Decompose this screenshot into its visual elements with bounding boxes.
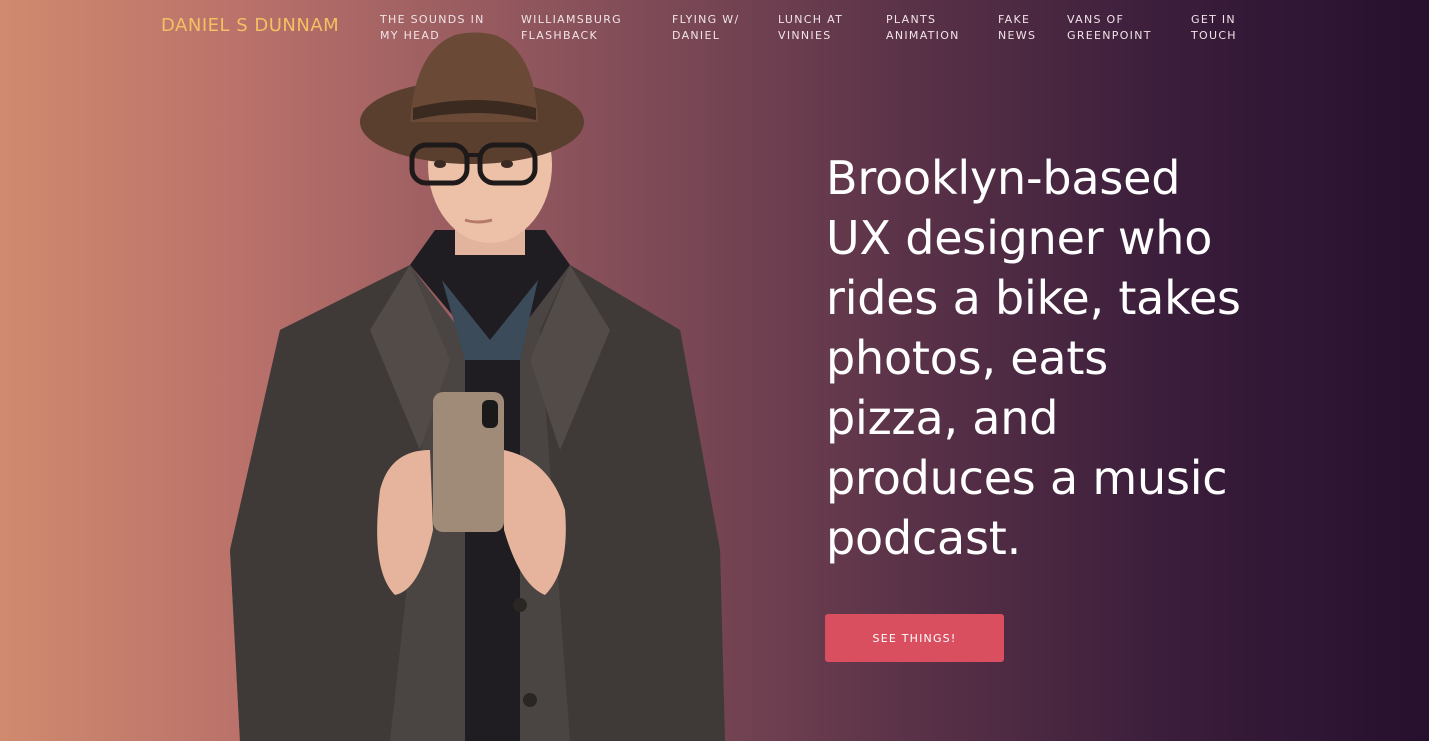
nav-label-line1: GET IN bbox=[1191, 13, 1236, 26]
nav-label-line2: GREENPOINT bbox=[1067, 29, 1152, 42]
nav-label-line2: TOUCH bbox=[1191, 29, 1237, 42]
nav-get-in-touch[interactable]: GET IN TOUCH bbox=[1191, 12, 1237, 44]
nav-label-line1: THE SOUNDS IN bbox=[380, 13, 485, 26]
headline-line: rides a bike, takes bbox=[826, 271, 1241, 325]
headline-line: photos, eats bbox=[826, 331, 1108, 385]
hero-headline: Brooklyn-based UX designer who rides a b… bbox=[826, 148, 1276, 568]
nav-label-line1: VANS OF bbox=[1067, 13, 1125, 26]
nav-lunch-at-vinnies[interactable]: LUNCH AT VINNIES bbox=[778, 12, 843, 44]
headline-line: UX designer who bbox=[826, 211, 1213, 265]
see-things-button[interactable]: SEE THINGS! bbox=[825, 614, 1004, 662]
headline-line: podcast. bbox=[826, 511, 1022, 565]
nav-label-line1: WILLIAMSBURG bbox=[521, 13, 622, 26]
nav-fake-news[interactable]: FAKE NEWS bbox=[998, 12, 1036, 44]
headline-line: produces a music bbox=[826, 451, 1228, 505]
nav-label-line1: FLYING W/ bbox=[672, 13, 740, 26]
portrait-photo bbox=[230, 32, 725, 741]
nav-label-line1: LUNCH AT bbox=[778, 13, 844, 26]
headline-line: pizza, and bbox=[826, 391, 1059, 445]
nav-label-line2: NEWS bbox=[998, 29, 1037, 42]
nav-label-line2: ANIMATION bbox=[886, 29, 960, 42]
nav-label-line2: VINNIES bbox=[778, 29, 832, 42]
nav-label-line1: FAKE bbox=[998, 13, 1031, 26]
nav-vans-of-greenpoint[interactable]: VANS OF GREENPOINT bbox=[1067, 12, 1152, 44]
nav-plants-animation[interactable]: PLANTS ANIMATION bbox=[886, 12, 960, 44]
nav-label-line1: PLANTS bbox=[886, 13, 937, 26]
headline-line: Brooklyn-based bbox=[826, 151, 1181, 205]
